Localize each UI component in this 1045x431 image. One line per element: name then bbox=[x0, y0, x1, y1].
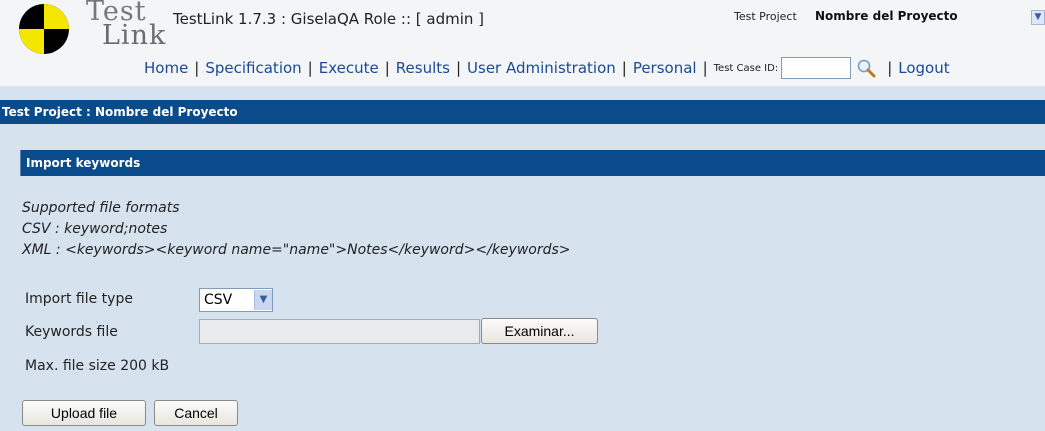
nav-separator: | bbox=[455, 59, 462, 77]
testlink-logo-icon bbox=[19, 4, 69, 54]
nav-separator: | bbox=[194, 59, 200, 77]
formats-heading: Supported file formats bbox=[22, 200, 180, 216]
nav-separator: | bbox=[702, 59, 708, 77]
keywords-file-label: Keywords file bbox=[25, 324, 118, 340]
browse-button[interactable]: Examinar... bbox=[481, 318, 598, 344]
upload-file-button[interactable]: Upload file bbox=[22, 400, 146, 426]
nav-separator: | bbox=[621, 59, 627, 77]
nav-home[interactable]: Home bbox=[144, 59, 188, 77]
nav-separator: | bbox=[887, 59, 893, 77]
nav-personal[interactable]: Personal bbox=[633, 59, 697, 77]
chevron-down-icon[interactable]: ▼ bbox=[1031, 10, 1045, 25]
app-title: TestLink 1.7.3 : GiselaQA Role :: [ admi… bbox=[173, 10, 485, 28]
file-type-value: CSV bbox=[204, 292, 233, 308]
header: Test Link TestLink 1.7.3 : GiselaQA Role… bbox=[0, 0, 1045, 86]
nav-specification[interactable]: Specification bbox=[205, 59, 301, 77]
xml-format-text: XML : <keywords><keyword name="name">Not… bbox=[22, 242, 571, 258]
project-title-bar: Test Project : Nombre del Proyecto bbox=[0, 100, 1045, 124]
logout-link[interactable]: Logout bbox=[898, 59, 949, 77]
test-project-label: Test Project bbox=[734, 10, 797, 23]
section-title-bar: Import keywords bbox=[20, 150, 1045, 176]
test-case-id-input[interactable] bbox=[781, 57, 852, 79]
logo-text-link: Link bbox=[102, 20, 167, 51]
nav-separator: | bbox=[384, 59, 390, 77]
test-case-id-label: Test Case ID: bbox=[713, 62, 779, 74]
test-project-name: Nombre del Proyecto bbox=[815, 9, 958, 23]
import-file-type-select[interactable]: CSV ▼ bbox=[199, 288, 273, 312]
import-file-type-label: Import file type bbox=[25, 291, 133, 307]
nav-user-administration[interactable]: User Administration bbox=[467, 59, 616, 77]
main-nav: Home | Specification | Execute | Results… bbox=[144, 55, 950, 81]
csv-format-text: CSV : keyword;notes bbox=[22, 221, 168, 237]
max-file-size-text: Max. file size 200 kB bbox=[25, 358, 170, 374]
keywords-file-input[interactable] bbox=[199, 319, 480, 344]
supported-formats-info: Supported file formats CSV : keyword;not… bbox=[22, 198, 571, 261]
nav-execute[interactable]: Execute bbox=[319, 59, 379, 77]
search-icon[interactable] bbox=[855, 58, 877, 78]
chevron-down-icon: ▼ bbox=[254, 290, 272, 310]
nav-results[interactable]: Results bbox=[396, 59, 450, 77]
nav-separator: | bbox=[307, 59, 313, 77]
cancel-button[interactable]: Cancel bbox=[154, 400, 238, 426]
